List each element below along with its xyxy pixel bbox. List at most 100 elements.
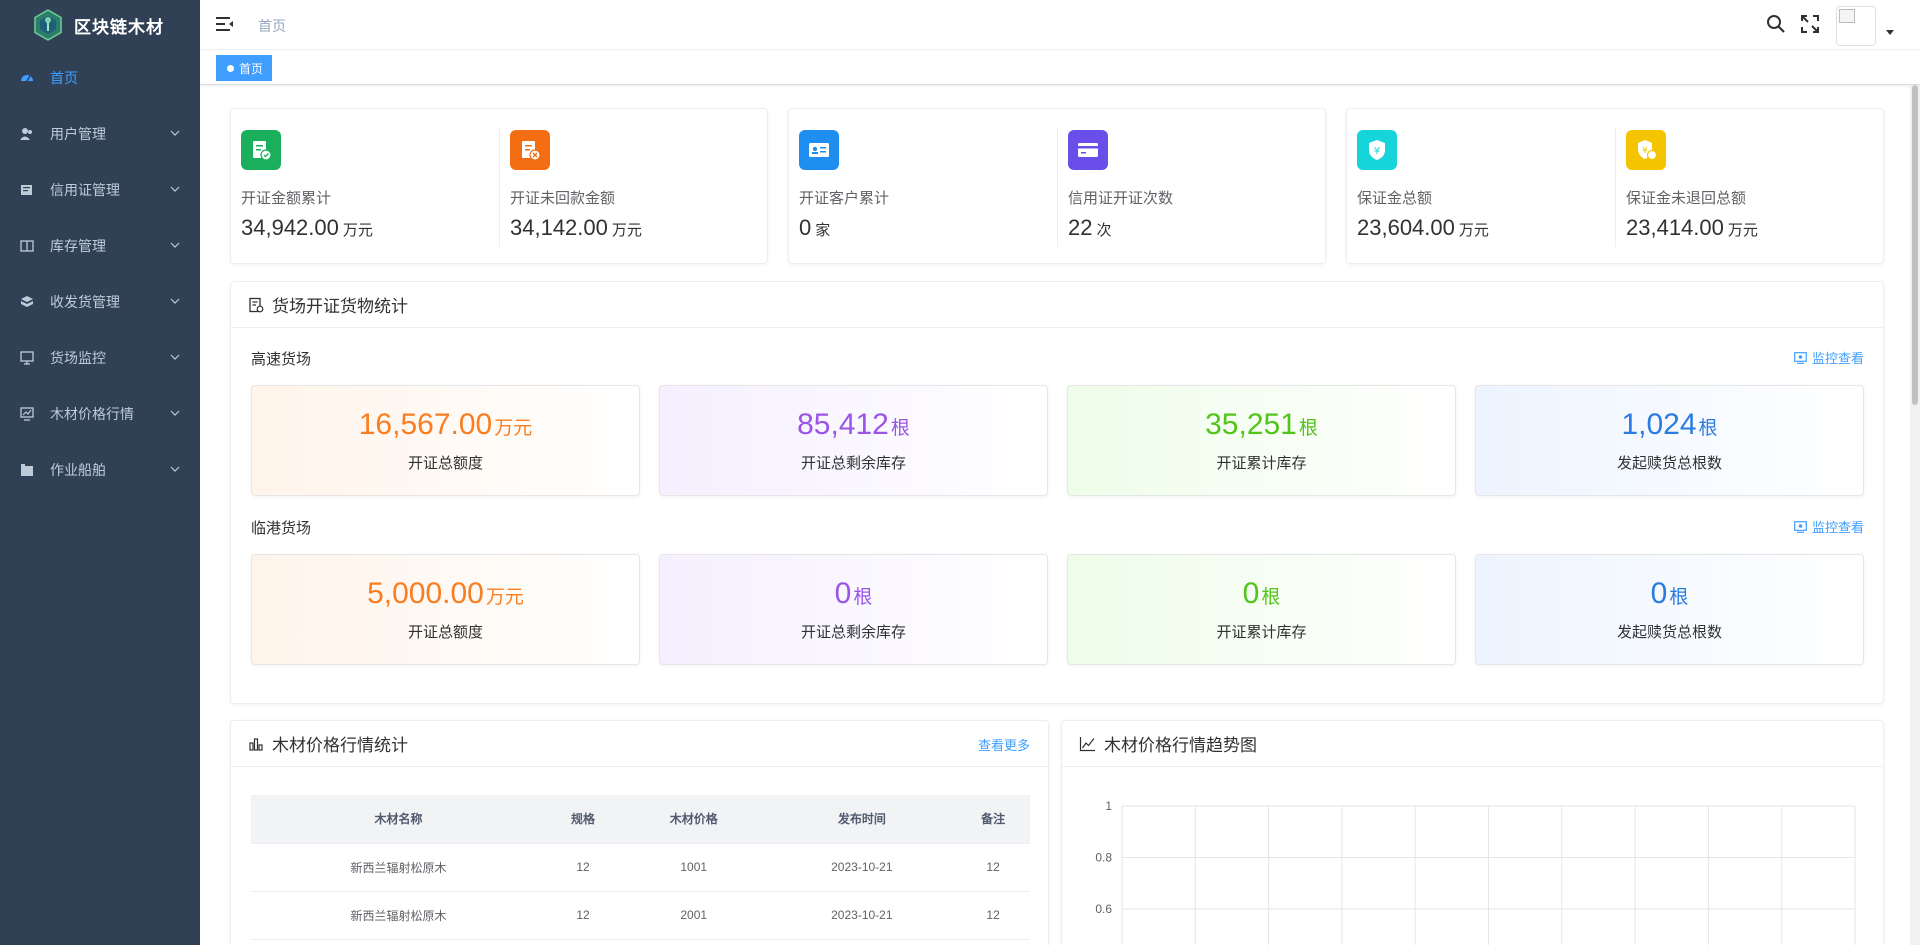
metric-card: 0根 开证累计库存 [1067, 554, 1456, 665]
metric-card: 0根 开证总剩余库存 [659, 554, 1048, 665]
card-icon [1068, 130, 1108, 170]
metric-label: 开证总额度 [407, 455, 483, 472]
metric-value: 0根 [1650, 577, 1689, 610]
monitor-view-icon [1794, 351, 1807, 364]
chevron-down-icon [170, 410, 180, 416]
metric-value: 0根 [1242, 577, 1281, 610]
column-header[interactable]: 规格 [546, 795, 620, 844]
stat-value: 34,142.00 万元 [510, 215, 642, 240]
yard-name-lingang: 临港货场 [251, 520, 312, 537]
sidebar-item-inventory[interactable]: 库存管理 [0, 218, 200, 274]
users-icon [20, 128, 32, 140]
column-header[interactable]: 木材名称 [251, 795, 547, 844]
y-tick-label: 0.8 [1095, 851, 1112, 865]
sidebar-item-label: 首页 [50, 70, 78, 86]
metric-value: 85,412 根 [797, 408, 910, 441]
sidebar-item-label: 木材价格行情 [50, 406, 134, 422]
sidebar-item-credit[interactable]: 信用证管理 [0, 162, 200, 218]
card-header: 木材价格行情统计 查看更多 [231, 721, 1048, 767]
table-row[interactable]: 新西兰辐射松原木 12 1001 2023-10-21 12 [251, 843, 1030, 892]
hamburger-icon[interactable] [216, 15, 234, 33]
metric-value: 0根 [834, 577, 873, 610]
stat-label: 开证客户累计 [799, 190, 890, 207]
table-cell: 新西兰辐射松原木 [251, 891, 547, 940]
stat-customers: 开证客户累计 0家 [789, 109, 1057, 265]
stat-value: 23,414.00 万元 [1626, 215, 1758, 240]
sidebar-item-home[interactable]: 首页 [0, 50, 200, 106]
dashboard-icon [21, 75, 33, 82]
report-icon [249, 297, 264, 312]
stat-value: 23,604.00 万元 [1357, 215, 1489, 240]
sidebar-item-label: 信用证管理 [50, 182, 120, 198]
tags-view: 首页 [200, 51, 1920, 85]
metric-label: 发起赎货总根数 [1616, 455, 1722, 472]
metric-card: 85,412 根 开证总剩余库存 [659, 385, 1048, 496]
caret-down-icon[interactable] [1886, 30, 1894, 35]
stat-unpaid-total: 开证未回款金额 34,142.00 万元 [500, 109, 768, 265]
stat-label: 信用证开证次数 [1068, 190, 1174, 207]
metric-label: 开证累计库存 [1216, 455, 1307, 472]
sidebar-item-price[interactable]: 木材价格行情 [0, 386, 200, 442]
trend-chart[interactable]: 1 0.8 0.6 [1062, 767, 1884, 945]
sidebar-item-users[interactable]: 用户管理 [0, 106, 200, 162]
sidebar-item-shipping[interactable]: 收发货管理 [0, 274, 200, 330]
table-cell: 12 [956, 843, 1030, 892]
price-icon [20, 407, 34, 421]
metric-label: 开证总额度 [407, 624, 483, 641]
breadcrumb[interactable]: 首页 [258, 16, 286, 36]
search-icon[interactable] [1766, 14, 1786, 34]
stat-label: 开证金额累计 [241, 190, 332, 207]
chevron-down-icon [170, 298, 180, 304]
metric-card: 5,000.00 万元 开证总额度 [251, 554, 640, 665]
stat-deposit-unreturned: ¥ 保证金未退回总额 23,414.00 万元 [1616, 109, 1884, 265]
scrollbar-thumb[interactable] [1912, 85, 1918, 405]
metric-label: 发起赎货总根数 [1616, 624, 1722, 641]
logo-icon [34, 9, 62, 41]
table-cell: 12 [546, 843, 620, 892]
metric-card: 35,251 根 开证累计库存 [1067, 385, 1456, 496]
sidebar-item-yard-monitor[interactable]: 货场监控 [0, 330, 200, 386]
app-title: 区块链木材 [74, 17, 164, 37]
table-cell: 新西兰辐射松原木 [251, 843, 547, 892]
column-header[interactable]: 备注 [956, 795, 1030, 844]
chevron-down-icon [170, 354, 180, 360]
table-cell: 2001 [619, 891, 768, 940]
sidebar-item-ships[interactable]: 作业船舶 [0, 442, 200, 498]
table-header-row: 木材名称 规格 木材价格 发布时间 备注 [251, 795, 1030, 844]
monitor-link[interactable]: 监控查看 [1794, 517, 1864, 536]
monitor-icon [20, 351, 34, 365]
metric-card: 1,024 根 发起赎货总根数 [1475, 385, 1864, 496]
logo[interactable]: 区块链木材 [0, 0, 200, 50]
ship-icon [21, 464, 33, 476]
stat-value: 22 次 [1068, 215, 1112, 240]
chevron-down-icon [170, 186, 180, 192]
column-header[interactable]: 木材价格 [619, 795, 768, 844]
credit-letter-icon [21, 185, 32, 195]
table-row[interactable]: 新西兰辐射松原木 12 2001 2023-10-21 12 [251, 891, 1030, 940]
monitor-link[interactable]: 监控查看 [1794, 348, 1864, 367]
metric-card: 16,567.00 万元 开证总额度 [251, 385, 640, 496]
tag-label: 首页 [239, 61, 264, 76]
column-header[interactable]: 发布时间 [767, 795, 957, 844]
price-trend-card: 木材价格行情趋势图 1 0.8 0.6 [1061, 720, 1884, 945]
tag-home[interactable]: 首页 [216, 55, 273, 81]
vertical-scrollbar[interactable] [1910, 85, 1920, 945]
chevron-down-icon [170, 130, 180, 136]
price-table-card: 木材价格行情统计 查看更多 木材名称 规格 木材价格 发布时间 备注 新西兰辐射… [230, 720, 1049, 945]
stat-value: 34,942.00 万元 [241, 215, 373, 240]
sidebar-item-label: 用户管理 [50, 126, 106, 142]
stat-credit-count: 信用证开证次数 22 次 [1058, 109, 1326, 265]
view-more-link[interactable]: 查看更多 [978, 735, 1030, 754]
id-card-icon [799, 130, 839, 170]
active-dot-icon [227, 64, 234, 72]
metric-label: 开证总剩余库存 [800, 624, 906, 641]
sidebar-item-label: 作业船舶 [50, 462, 106, 478]
table-cell: 12 [956, 891, 1030, 940]
avatar[interactable] [1836, 6, 1876, 46]
fullscreen-icon[interactable] [1800, 14, 1820, 34]
inventory-icon [20, 240, 34, 252]
card-title: 木材价格行情统计 [272, 736, 408, 755]
price-table: 木材名称 规格 木材价格 发布时间 备注 新西兰辐射松原木 12 1001 20… [251, 795, 1030, 940]
yard-stats-card: 货场开证货物统计 高速货场 监控查看 16,567.00 万元 开证总额度 85,… [230, 281, 1884, 704]
svg-text:¥: ¥ [1374, 146, 1380, 157]
